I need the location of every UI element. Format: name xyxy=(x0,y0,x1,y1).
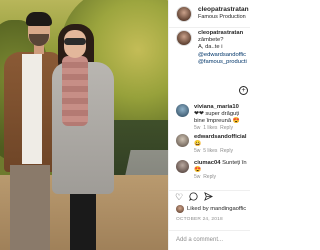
caption-text-cont: A, da..te i xyxy=(198,44,223,51)
add-comment-input[interactable]: Add a comment... xyxy=(169,230,250,250)
author-username[interactable]: cleopatrastratan xyxy=(198,6,249,14)
comment-likes[interactable]: 5 likes xyxy=(203,148,217,154)
comment-text: Sunteți în xyxy=(222,160,247,166)
comment-time: 5w xyxy=(194,148,201,154)
caption-avatar[interactable] xyxy=(176,30,192,46)
comment-time: 5w xyxy=(194,125,201,131)
comment-username[interactable]: viviana_maria10 xyxy=(194,104,239,110)
comment-reply[interactable]: Reply xyxy=(220,148,233,154)
comment-text: ❤❤ super drăguți xyxy=(194,111,240,117)
post-caption: cleopatrastratan zâmbete? A, da..te i @e… xyxy=(169,30,250,66)
comment-text-cont: bine împreună 😍 xyxy=(194,118,240,124)
speech-bubble-icon[interactable] xyxy=(189,192,198,203)
caption-tag-edwardsand[interactable]: @edwardsandoffic xyxy=(198,52,247,59)
author-avatar[interactable] xyxy=(176,5,192,22)
man-pants xyxy=(10,165,50,250)
caption-text: zâmbete? xyxy=(198,37,224,44)
post-photo[interactable] xyxy=(0,0,168,250)
comment-username[interactable]: ciumac04 xyxy=(194,160,220,166)
post-date: OCTOBER 24, 2018 xyxy=(176,217,223,222)
woman-sunglasses xyxy=(64,38,86,45)
likes-text[interactable]: Liked by mandingaoffic xyxy=(187,206,246,212)
instagram-post: cleopatrastratan Famous Production cleop… xyxy=(0,0,250,250)
comment-likes[interactable]: 1 likes xyxy=(203,125,217,131)
commenter-avatar[interactable] xyxy=(176,104,189,117)
plus-circle-icon[interactable]: + xyxy=(239,86,248,95)
woman-legs xyxy=(70,188,96,250)
caption-username[interactable]: cleopatrastratan xyxy=(198,30,247,37)
commenter-avatar[interactable] xyxy=(176,160,189,173)
heart-icon[interactable]: ♡ xyxy=(175,193,183,202)
comment-text-cont: 😍 xyxy=(194,167,202,173)
author-location[interactable]: Famous Production xyxy=(198,14,249,21)
liker-avatar xyxy=(176,205,184,213)
comment-item: ciumac04 Sunteți în 😍 5w Reply xyxy=(169,160,250,181)
likes-summary[interactable]: Liked by mandingaoffic xyxy=(176,205,246,213)
comment-text: 😀 xyxy=(194,141,202,147)
comment-reply[interactable]: Reply xyxy=(203,174,216,180)
commenter-avatar[interactable] xyxy=(176,134,189,147)
comment-item: viviana_maria10 ❤❤ super drăguți bine îm… xyxy=(169,104,250,132)
comment-time: 5w xyxy=(194,174,201,180)
comment-username[interactable]: edwardsandofficial xyxy=(194,134,247,140)
comment-item: edwardsandofficial 😀 5w 5 likes Reply xyxy=(169,134,250,155)
woman-scarf xyxy=(62,56,88,126)
paper-plane-icon[interactable] xyxy=(204,192,214,203)
caption-tag-famous[interactable]: @famous_producti xyxy=(198,59,247,66)
comment-reply[interactable]: Reply xyxy=(220,125,233,131)
man-shirt xyxy=(22,54,42,164)
man-hair xyxy=(26,12,52,26)
post-actions: ♡ xyxy=(169,190,250,204)
post-header: cleopatrastratan Famous Production xyxy=(169,0,250,28)
post-side-panel: cleopatrastratan Famous Production cleop… xyxy=(168,0,250,250)
